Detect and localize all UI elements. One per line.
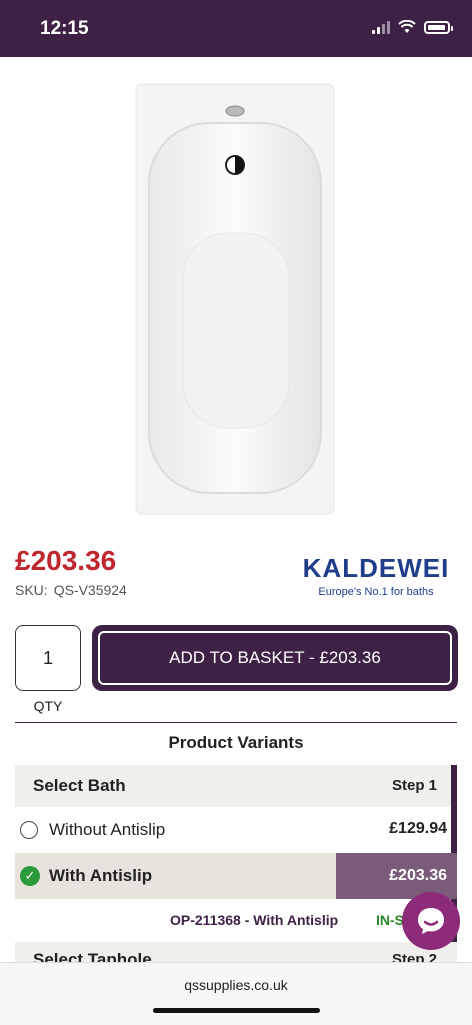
home-indicator[interactable]: [153, 1008, 320, 1013]
option-label: With Antislip: [49, 866, 153, 885]
cellular-signal-icon: [372, 20, 390, 34]
brand-name: KALDEWEI: [302, 553, 450, 583]
wifi-icon: [398, 20, 416, 33]
browser-url[interactable]: qssupplies.co.uk: [0, 977, 472, 993]
product-sku: SKU: QS-V35924: [15, 582, 127, 598]
add-to-basket-button[interactable]: ADD TO BASKET - £203.36: [92, 625, 458, 691]
quantity-label: QTY: [33, 698, 63, 714]
step1-header[interactable]: Select Bath Step 1: [15, 765, 457, 807]
sku-label: SKU:: [15, 582, 48, 598]
live-chat-button[interactable]: [402, 892, 460, 950]
stock-status: IN-S: [376, 912, 404, 928]
sku-value: QS-V35924: [53, 582, 127, 598]
product-variants-title: Product Variants: [168, 733, 304, 752]
status-icons: [372, 20, 453, 34]
add-to-basket-label: ADD TO BASKET - £203.36: [98, 631, 452, 685]
option-without-antislip[interactable]: Without Antislip £129.94: [15, 807, 457, 853]
selected-option-code: OP-211368 - With Antislip: [170, 912, 339, 928]
checkmark-selected-icon[interactable]: ✓: [20, 866, 40, 886]
status-bar: 12:15: [0, 0, 472, 57]
option-label: Without Antislip: [49, 820, 166, 839]
browser-address-bar[interactable]: qssupplies.co.uk: [0, 962, 472, 1025]
product-price: £203.36: [15, 545, 117, 576]
chat-bubble-icon: [418, 908, 444, 934]
option-price: £129.94: [389, 820, 447, 837]
radio-unselected-icon[interactable]: [20, 821, 38, 839]
quantity-input[interactable]: 1: [15, 625, 81, 691]
step1-title: Select Bath: [33, 776, 126, 795]
battery-icon: [424, 20, 453, 34]
brand-tagline: Europe's No.1 for baths: [318, 586, 434, 598]
step1-label: Step 1: [391, 777, 437, 794]
status-time: 12:15: [40, 18, 89, 39]
product-image-bath: [135, 83, 335, 515]
brand-logo: KALDEWEI Europe's No.1 for baths: [296, 553, 456, 598]
divider: [15, 722, 457, 723]
option-with-antislip[interactable]: ✓ With Antislip £203.36: [15, 853, 457, 899]
